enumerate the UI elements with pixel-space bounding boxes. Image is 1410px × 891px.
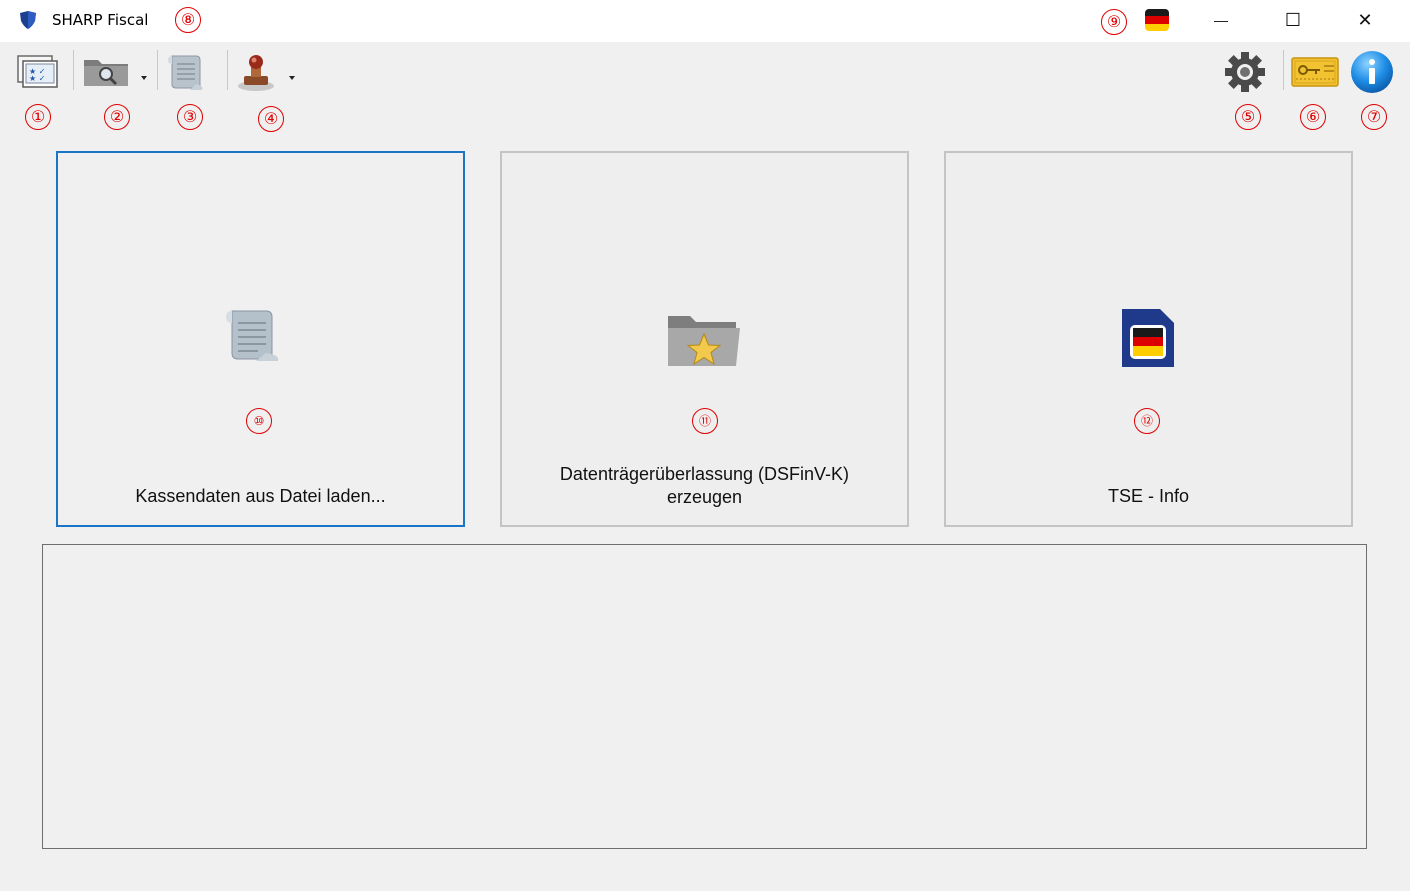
callout-badge-12: ⑫ (1134, 408, 1160, 434)
dropdown-arrow-icon (289, 76, 295, 80)
maximize-icon: ☐ (1284, 9, 1302, 30)
callout-badge-9: ⑨ (1101, 9, 1127, 35)
minimize-icon: — (1214, 12, 1228, 28)
svg-text:★ ✓: ★ ✓ (29, 74, 45, 83)
close-icon: ✕ (1357, 9, 1373, 30)
tile-label: TSE - Info (1107, 486, 1190, 506)
document-scroll-icon (168, 55, 203, 90)
document-scroll-icon (226, 310, 279, 361)
toolbar-separator (157, 50, 158, 90)
document-button[interactable] (162, 50, 222, 94)
tile-label-line: erzeugen (666, 487, 743, 507)
stamp-button[interactable] (232, 50, 302, 94)
callout-badge-5: ⑤ (1235, 104, 1261, 130)
maximize-button[interactable]: ☐ (1270, 0, 1316, 40)
callout-badge-2: ② (104, 104, 130, 130)
license-button[interactable] (1288, 50, 1342, 94)
callout-badge-1: ① (25, 104, 51, 130)
info-button[interactable] (1346, 50, 1400, 94)
close-button[interactable]: ✕ (1342, 0, 1388, 40)
german-flag-icon[interactable] (1145, 9, 1169, 31)
create-dsfinvk-export-tile[interactable]: ⑪ Datenträgerüberlassung (DSFinV-K) erze… (500, 151, 909, 527)
toolbar: ★ ✓ ★ ✓ ① ② ③ ④ ⑤ ⑥ ⑦ (0, 42, 1410, 132)
tile-label-line: Datenträgerüberlassung (DSFinV-K) (559, 464, 850, 484)
minimize-button[interactable]: — (1198, 0, 1244, 40)
info-icon (1351, 51, 1393, 93)
stamp-icon (238, 55, 274, 91)
toolbar-separator (227, 50, 228, 90)
toolbar-separator (1283, 50, 1284, 90)
register-layout-button[interactable]: ★ ✓ ★ ✓ (12, 50, 64, 94)
callout-badge-11: ⑪ (692, 408, 718, 434)
window-title: SHARP Fiscal (52, 11, 149, 29)
tile-label: Datenträgerüberlassung (DSFinV-K) erzeug… (502, 463, 907, 509)
callout-badge-3: ③ (177, 104, 203, 130)
output-panel[interactable] (42, 544, 1367, 849)
callout-badge-8: ⑧ (175, 7, 201, 33)
callout-badge-4: ④ (258, 106, 284, 132)
callout-badge-10: ⑩ (246, 408, 272, 434)
sd-card-flag-icon (1122, 309, 1174, 367)
shield-icon (20, 11, 36, 29)
license-key-icon (1291, 57, 1339, 87)
star-folder-icon (668, 316, 740, 366)
toolbar-separator (73, 50, 74, 90)
register-layout-icon: ★ ✓ ★ ✓ (17, 55, 58, 88)
tile-label: Kassendaten aus Datei laden... (135, 486, 386, 506)
folder-search-icon (84, 60, 128, 86)
tse-info-tile[interactable]: ⑫ TSE - Info (944, 151, 1353, 527)
dropdown-arrow-icon (141, 76, 147, 80)
callout-badge-7: ⑦ (1361, 104, 1387, 130)
title-bar: SHARP Fiscal ⑧ ⑨ — ☐ ✕ (0, 0, 1410, 42)
gear-icon (1225, 52, 1265, 92)
settings-button[interactable] (1216, 50, 1274, 94)
callout-badge-6: ⑥ (1300, 104, 1326, 130)
load-register-data-tile[interactable]: ⑩ Kassendaten aus Datei laden... (56, 151, 465, 527)
folder-search-button[interactable] (80, 50, 152, 94)
